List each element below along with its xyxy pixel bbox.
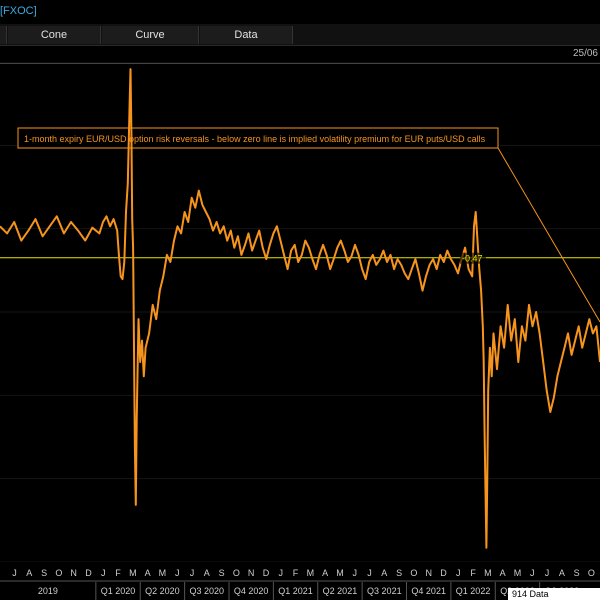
x-period-label: Q4 2021: [411, 586, 446, 596]
x-month-tick: M: [514, 568, 522, 578]
x-month-tick: O: [233, 568, 240, 578]
x-month-tick: M: [307, 568, 315, 578]
x-month-tick: O: [55, 568, 62, 578]
x-month-tick: O: [588, 568, 595, 578]
x-month-tick: J: [545, 568, 550, 578]
x-month-tick: D: [263, 568, 270, 578]
x-period-label: Q4 2020: [234, 586, 269, 596]
annotation-text: 1-month expiry EUR/USD option risk rever…: [24, 134, 486, 144]
x-month-tick: J: [12, 568, 17, 578]
annotation-callout: 1-month expiry EUR/USD option risk rever…: [17, 127, 600, 323]
x-month-tick: J: [190, 568, 195, 578]
x-period-label: Q3 2021: [367, 586, 402, 596]
tab-cone[interactable]: Cone: [8, 26, 101, 44]
x-month-tick: A: [322, 568, 328, 578]
x-month-tick: J: [367, 568, 372, 578]
tab-curve[interactable]: Curve: [102, 26, 199, 44]
x-month-tick: J: [456, 568, 461, 578]
x-period-label: 2019: [38, 586, 58, 596]
x-period-label: Q2 2020: [145, 586, 180, 596]
x-period-label: Q1 2020: [101, 586, 136, 596]
x-month-tick: J: [175, 568, 180, 578]
x-month-tick: A: [559, 568, 565, 578]
x-month-tick: F: [470, 568, 476, 578]
x-month-tick: M: [336, 568, 344, 578]
x-month-tick: J: [279, 568, 284, 578]
line-chart: 1-month expiry EUR/USD option risk rever…: [0, 62, 600, 600]
reference-label: -0.47: [462, 254, 483, 264]
x-month-tick: A: [500, 568, 506, 578]
x-period-label: Q3 2020: [190, 586, 225, 596]
x-month-tick: N: [248, 568, 255, 578]
x-month-tick: F: [115, 568, 121, 578]
x-month-tick: A: [204, 568, 210, 578]
x-month-tick: S: [574, 568, 580, 578]
tab-partial[interactable]: [0, 26, 7, 44]
x-month-tick: M: [129, 568, 137, 578]
x-month-tick: O: [410, 568, 417, 578]
x-month-tick: M: [484, 568, 492, 578]
data-count-badge: 914 Data: [508, 588, 600, 600]
x-month-tick: J: [530, 568, 535, 578]
x-month-tick: J: [352, 568, 357, 578]
reference-label-group: -0.47: [460, 252, 486, 264]
title-bar: [FXOC]: [0, 0, 600, 25]
ticker-code[interactable]: [FXOC]: [0, 5, 37, 17]
x-month-tick: D: [85, 568, 92, 578]
x-month-tick: F: [293, 568, 299, 578]
x-month-tick: M: [159, 568, 167, 578]
x-period-label: Q1 2022: [456, 586, 491, 596]
x-month-tick: A: [381, 568, 387, 578]
x-month-tick: A: [26, 568, 32, 578]
x-month-tick: N: [70, 568, 77, 578]
date-label: 25/06: [572, 48, 598, 59]
tab-data[interactable]: Data: [200, 26, 293, 44]
x-month-tick: J: [101, 568, 106, 578]
tab-bar: Cone Curve Data: [0, 24, 600, 45]
x-month-tick: D: [440, 568, 447, 578]
x-month-tick: N: [425, 568, 432, 578]
x-period-label: Q1 2021: [278, 586, 313, 596]
x-period-label: Q2 2021: [323, 586, 358, 596]
x-month-tick: S: [219, 568, 225, 578]
x-month-tick: S: [396, 568, 402, 578]
annotation-leader-line: [497, 147, 600, 323]
x-month-tick: S: [41, 568, 47, 578]
x-month-tick: A: [145, 568, 151, 578]
